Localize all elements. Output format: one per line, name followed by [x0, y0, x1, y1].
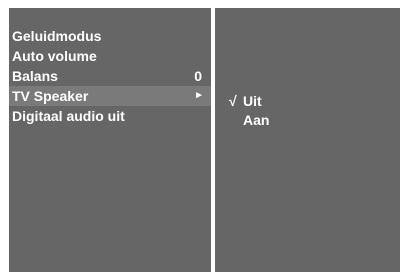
checkmark-icon: √: [229, 93, 237, 109]
tv-speaker-options: √ Uit Aan: [229, 92, 269, 130]
arrow-right-icon: ►: [194, 90, 204, 101]
menu-item-balans[interactable]: Balans 0: [9, 66, 211, 86]
tv-osd-screen: Geluidmodus Auto volume Balans 0 TV Spea…: [0, 0, 408, 279]
option-label: Aan: [243, 112, 270, 128]
menu-item-label: Geluidmodus: [12, 28, 102, 44]
menu-item-tv-speaker[interactable]: TV Speaker ►: [9, 86, 211, 106]
option-label: Uit: [243, 93, 262, 109]
menu-item-label: TV Speaker: [12, 88, 89, 104]
sound-menu-list: Geluidmodus Auto volume Balans 0 TV Spea…: [9, 26, 211, 126]
menu-item-digitaal-audio-uit[interactable]: Digitaal audio uit: [9, 106, 211, 126]
tv-speaker-submenu-panel: √ Uit Aan: [215, 8, 400, 272]
menu-item-label: Balans: [12, 68, 58, 84]
balans-value: 0: [194, 68, 202, 84]
menu-item-label: Auto volume: [12, 48, 97, 64]
option-aan[interactable]: Aan: [229, 111, 269, 130]
menu-item-geluidmodus[interactable]: Geluidmodus: [9, 26, 211, 46]
sound-menu-panel: Geluidmodus Auto volume Balans 0 TV Spea…: [9, 8, 211, 272]
menu-item-label: Digitaal audio uit: [12, 108, 125, 124]
option-uit[interactable]: √ Uit: [229, 92, 269, 111]
menu-item-auto-volume[interactable]: Auto volume: [9, 46, 211, 66]
